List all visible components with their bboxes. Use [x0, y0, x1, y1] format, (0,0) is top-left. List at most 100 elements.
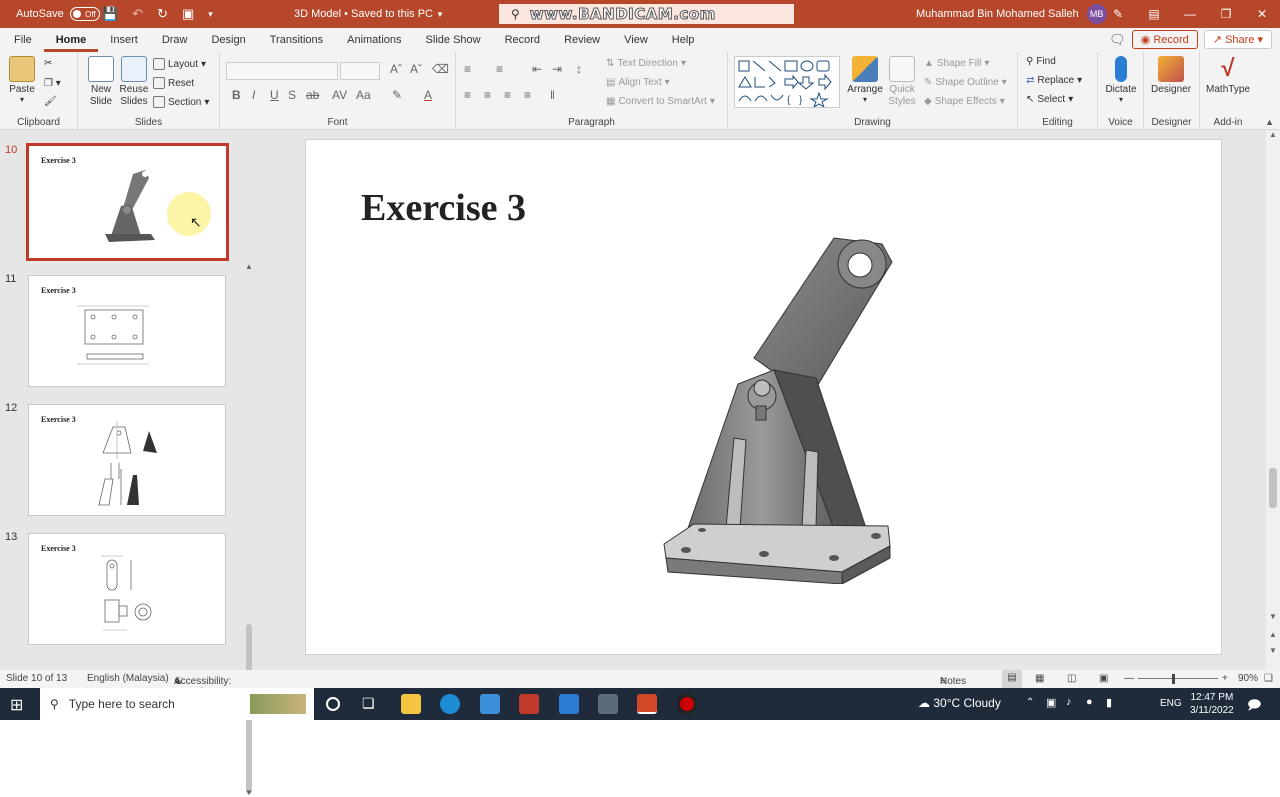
decrease-indent-icon[interactable]: ⇤	[532, 62, 542, 76]
quick-styles-button[interactable]: Quick Styles	[884, 56, 920, 108]
align-right-icon[interactable]: ≡	[504, 88, 511, 102]
restore-icon[interactable]: ❐	[1208, 7, 1244, 21]
save-icon[interactable]: 💾	[102, 6, 118, 22]
slide-thumbnail-10[interactable]: Exercise 3 ↖	[26, 143, 229, 261]
scroll-down-icon[interactable]: ▼	[1269, 612, 1277, 621]
editing-area-scrollbar[interactable]: ▲ ▼ ▲ ▼	[1266, 130, 1280, 670]
bracket-3d-model-image[interactable]	[656, 228, 906, 584]
edge-browser-icon[interactable]	[440, 694, 460, 714]
convert-smartart-button[interactable]: ▦ Convert to SmartArt ▾	[606, 96, 715, 107]
customize-toolbar-icon[interactable]: ▾	[208, 9, 213, 20]
normal-view-icon[interactable]: ▤	[1002, 670, 1022, 688]
bandicam-icon[interactable]	[677, 694, 697, 714]
network-icon[interactable]: ▣	[1046, 696, 1056, 709]
record-button[interactable]: ◉ Record	[1131, 30, 1198, 49]
character-spacing-button[interactable]: AV	[332, 88, 347, 102]
calculator-icon[interactable]	[598, 694, 618, 714]
tab-transitions[interactable]: Transitions	[258, 28, 335, 52]
file-explorer-icon[interactable]	[401, 694, 421, 714]
present-icon[interactable]: ▣	[182, 6, 194, 22]
zoom-in-icon[interactable]: +	[1222, 673, 1228, 684]
user-name[interactable]: Muhammad Bin Mohamed Salleh	[916, 8, 1079, 20]
shape-fill-button[interactable]: ▲ Shape Fill ▾	[924, 58, 989, 69]
tab-view[interactable]: View	[612, 28, 660, 52]
slide-thumbnail-12[interactable]: Exercise 3	[28, 404, 226, 516]
scroll-up-icon[interactable]: ▲	[1269, 130, 1277, 139]
reuse-slides-button[interactable]: Reuse Slides	[118, 56, 150, 108]
solidworks-icon[interactable]	[519, 694, 539, 714]
underline-button[interactable]: U	[270, 88, 279, 102]
mathtype-button[interactable]: √ MathType	[1205, 56, 1251, 96]
tab-slide-show[interactable]: Slide Show	[414, 28, 493, 52]
notifications-icon[interactable]: 🗩	[1247, 696, 1261, 718]
arrange-button[interactable]: Arrange ▾	[846, 56, 884, 104]
columns-icon[interactable]: ‖	[550, 88, 555, 102]
show-hidden-icons[interactable]: ⌃	[1026, 697, 1034, 708]
mail-icon[interactable]	[559, 694, 579, 714]
reading-view-icon[interactable]: ◫	[1067, 673, 1076, 684]
new-slide-button[interactable]: New Slide	[82, 56, 120, 108]
tab-draw[interactable]: Draw	[150, 28, 200, 52]
dictate-button[interactable]: Dictate ▾	[1101, 56, 1141, 104]
collapse-ribbon-icon[interactable]: ▲	[1265, 117, 1274, 127]
slide-title[interactable]: Exercise 3	[361, 186, 526, 230]
document-title[interactable]: 3D Model • Saved to this PC ▼	[294, 0, 444, 28]
task-view-icon[interactable]: ❏	[362, 695, 375, 712]
shadow-button[interactable]: S	[288, 88, 296, 102]
language-indicator[interactable]: English (Malaysia)	[87, 673, 169, 684]
slide-thumbnail-13[interactable]: Exercise 3	[28, 533, 226, 645]
tab-home[interactable]: Home	[43, 28, 99, 52]
microsoft-store-icon[interactable]	[480, 694, 500, 714]
shape-outline-button[interactable]: ✎ Shape Outline ▾	[924, 77, 1007, 88]
italic-button[interactable]: I	[252, 88, 255, 102]
decrease-font-icon[interactable]: Aˇ	[410, 62, 422, 76]
reset-button[interactable]: Reset	[153, 77, 194, 89]
scroll-down-icon[interactable]: ▼	[245, 788, 253, 797]
font-family-select[interactable]	[226, 62, 338, 80]
undo-icon[interactable]: ↶	[132, 6, 143, 22]
minimize-icon[interactable]: —	[1172, 7, 1208, 21]
zoom-slider[interactable]	[1138, 678, 1218, 679]
designer-button[interactable]: Designer	[1151, 56, 1191, 95]
increase-font-icon[interactable]: Aˆ	[390, 62, 402, 76]
ribbon-display-icon[interactable]: ▤	[1136, 7, 1172, 21]
slide-sorter-icon[interactable]: ▦	[1035, 673, 1044, 684]
editing-scrollbar-thumb[interactable]	[1269, 468, 1277, 508]
replace-button[interactable]: ⇄ Replace ▾	[1026, 75, 1082, 86]
align-center-icon[interactable]: ≡	[484, 88, 491, 102]
weather-widget[interactable]: ☁ 30°C Cloudy	[918, 696, 1001, 710]
section-button[interactable]: Section ▾	[153, 96, 209, 108]
tab-record[interactable]: Record	[493, 28, 552, 52]
tab-review[interactable]: Review	[552, 28, 612, 52]
cortana-icon[interactable]	[326, 697, 340, 711]
copy-icon[interactable]: ❐ ▾	[44, 78, 61, 89]
bullets-icon[interactable]: ≡	[464, 62, 471, 76]
align-text-button[interactable]: ▤ Align Text ▾	[606, 77, 670, 88]
autosave-toggle[interactable]: Off	[69, 7, 100, 21]
paste-button[interactable]: Paste ▾	[4, 56, 40, 104]
align-left-icon[interactable]: ≡	[464, 88, 471, 102]
tab-design[interactable]: Design	[199, 28, 257, 52]
change-case-button[interactable]: Aa	[356, 88, 371, 102]
slide-thumbnail-11[interactable]: Exercise 3	[28, 275, 226, 387]
battery-icon[interactable]: ▮	[1106, 696, 1112, 709]
find-button[interactable]: ⚲ Find	[1026, 56, 1056, 67]
font-color-icon[interactable]: A	[424, 88, 432, 102]
redo-icon[interactable]: ↻	[157, 6, 168, 22]
close-icon[interactable]: ✕	[1244, 7, 1280, 21]
cut-icon[interactable]: ✂	[44, 58, 52, 69]
justify-icon[interactable]: ≡	[524, 88, 531, 102]
clear-format-icon[interactable]: ⌫	[432, 62, 449, 76]
input-language[interactable]: ENG	[1160, 698, 1182, 709]
strikethrough-button[interactable]: ab	[306, 88, 319, 102]
highlight-icon[interactable]: ✎	[392, 88, 402, 102]
tab-animations[interactable]: Animations	[335, 28, 413, 52]
bold-button[interactable]: B	[232, 88, 241, 102]
windows-start-icon[interactable]: ⊞	[10, 695, 23, 715]
zoom-level[interactable]: 90%	[1238, 673, 1258, 684]
layout-button[interactable]: Layout ▾	[153, 58, 206, 70]
shape-effects-button[interactable]: ◆ Shape Effects ▾	[924, 96, 1005, 107]
zoom-out-icon[interactable]: —	[1124, 673, 1134, 684]
format-painter-icon[interactable]: 🖌	[44, 96, 57, 107]
fit-slide-icon[interactable]: ❏	[1264, 673, 1273, 684]
